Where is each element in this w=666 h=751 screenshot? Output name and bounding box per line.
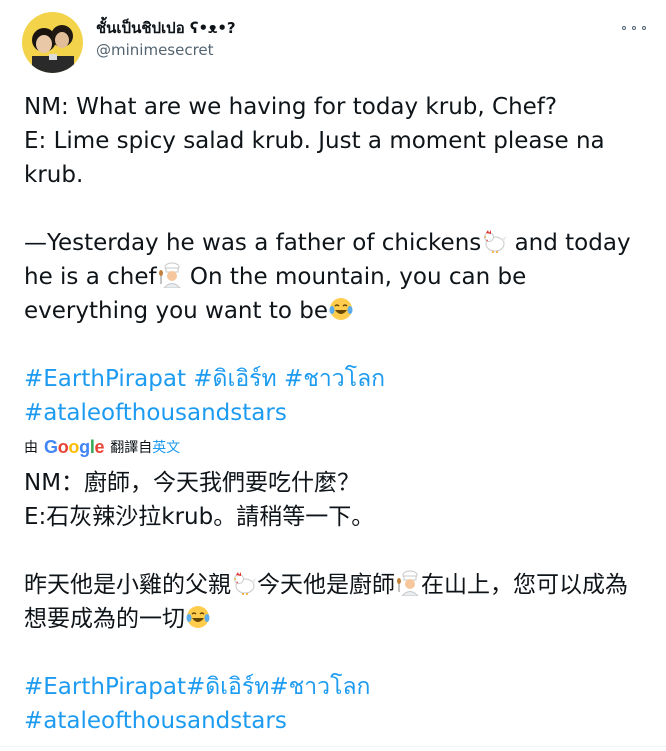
- tweet-body: NM: What are we having for today krub, C…: [24, 90, 648, 430]
- cook-icon: [397, 570, 419, 596]
- hashtag-line: #EarthPirapat#ดิเอิร์ท#ชาวโลก: [24, 670, 648, 704]
- translation-attribution: 由 Google 翻譯自 英文: [24, 436, 180, 458]
- more-options-icon[interactable]: [622, 18, 646, 38]
- hashtag-line: #ataleofthousandstars: [24, 704, 648, 738]
- google-logo: Google: [44, 436, 105, 457]
- tweet-header: ชั้นเป็นชิปเปอ ʕ•ᴥ•? @minimesecret: [22, 12, 646, 74]
- tweet-card: ชั้นเป็นชิปเปอ ʕ•ᴥ•? @minimesecret NM: W…: [0, 0, 666, 751]
- divider: [0, 746, 666, 747]
- more-dot: [622, 26, 626, 30]
- more-dot: [642, 26, 646, 30]
- hashtag-link[interactable]: #ชาวโลก: [284, 366, 385, 392]
- more-dot: [632, 26, 636, 30]
- tweet-paragraph: —Yesterday he was a father of chickens a…: [24, 226, 648, 328]
- avatar-image: [22, 12, 83, 73]
- hashtag-line: #EarthPirapat #ดิเอิร์ท #ชาวโลก: [24, 362, 648, 396]
- translated-line: NM：廚師，今天我們要吃什麼？: [24, 470, 361, 496]
- translated-paragraph: 昨天他是小雞的父親 今天他是廚師 在山上，您可以成為想要成為的一切: [24, 568, 648, 636]
- tweet-line: NM: What are we having for today krub, C…: [24, 94, 558, 120]
- rooster-icon: [234, 572, 256, 595]
- hashtag-link[interactable]: #ataleofthousandstars: [24, 400, 287, 426]
- translated-segment: 今天他是廚師: [257, 572, 395, 598]
- hashtag-link[interactable]: #EarthPirapat: [24, 366, 186, 392]
- translated-body: NM：廚師，今天我們要吃什麼？ E:石灰辣沙拉krub。請稍等一下。 昨天他是小…: [24, 466, 648, 738]
- translated-line: E:石灰辣沙拉krub。請稍等一下。: [24, 504, 375, 530]
- translation-source-language-link[interactable]: 英文: [152, 437, 180, 457]
- hashtag-link[interactable]: #EarthPirapat: [24, 674, 186, 700]
- hashtag-link[interactable]: #ดิเอิร์ท: [193, 366, 276, 392]
- translated-segment: 昨天他是小雞的父親: [24, 572, 231, 598]
- author-handle[interactable]: @minimesecret: [96, 40, 236, 60]
- tweet-text-segment: —Yesterday he was a father of chickens: [24, 230, 482, 256]
- translation-action: 翻譯自: [110, 440, 153, 456]
- hashtag-link[interactable]: #ataleofthousandstars: [24, 708, 287, 734]
- avatar[interactable]: [22, 12, 83, 73]
- face-with-tears-of-joy-icon: [329, 298, 353, 320]
- hashtag-link[interactable]: #ชาวโลก: [269, 674, 370, 700]
- hashtag-link[interactable]: #ดิเอิร์ท: [186, 674, 269, 700]
- rooster-icon: [484, 230, 507, 253]
- cook-icon: [158, 262, 181, 288]
- hashtag-line: #ataleofthousandstars: [24, 396, 648, 430]
- author-display-name[interactable]: ชั้นเป็นชิปเปอ ʕ•ᴥ•?: [96, 18, 236, 38]
- tweet-line: E: Lime spicy salad krub. Just a moment …: [24, 128, 605, 188]
- face-with-tears-of-joy-icon: [186, 606, 210, 628]
- translation-prefix: 由: [24, 440, 38, 456]
- author-names: ชั้นเป็นชิปเปอ ʕ•ᴥ•? @minimesecret: [96, 18, 236, 60]
